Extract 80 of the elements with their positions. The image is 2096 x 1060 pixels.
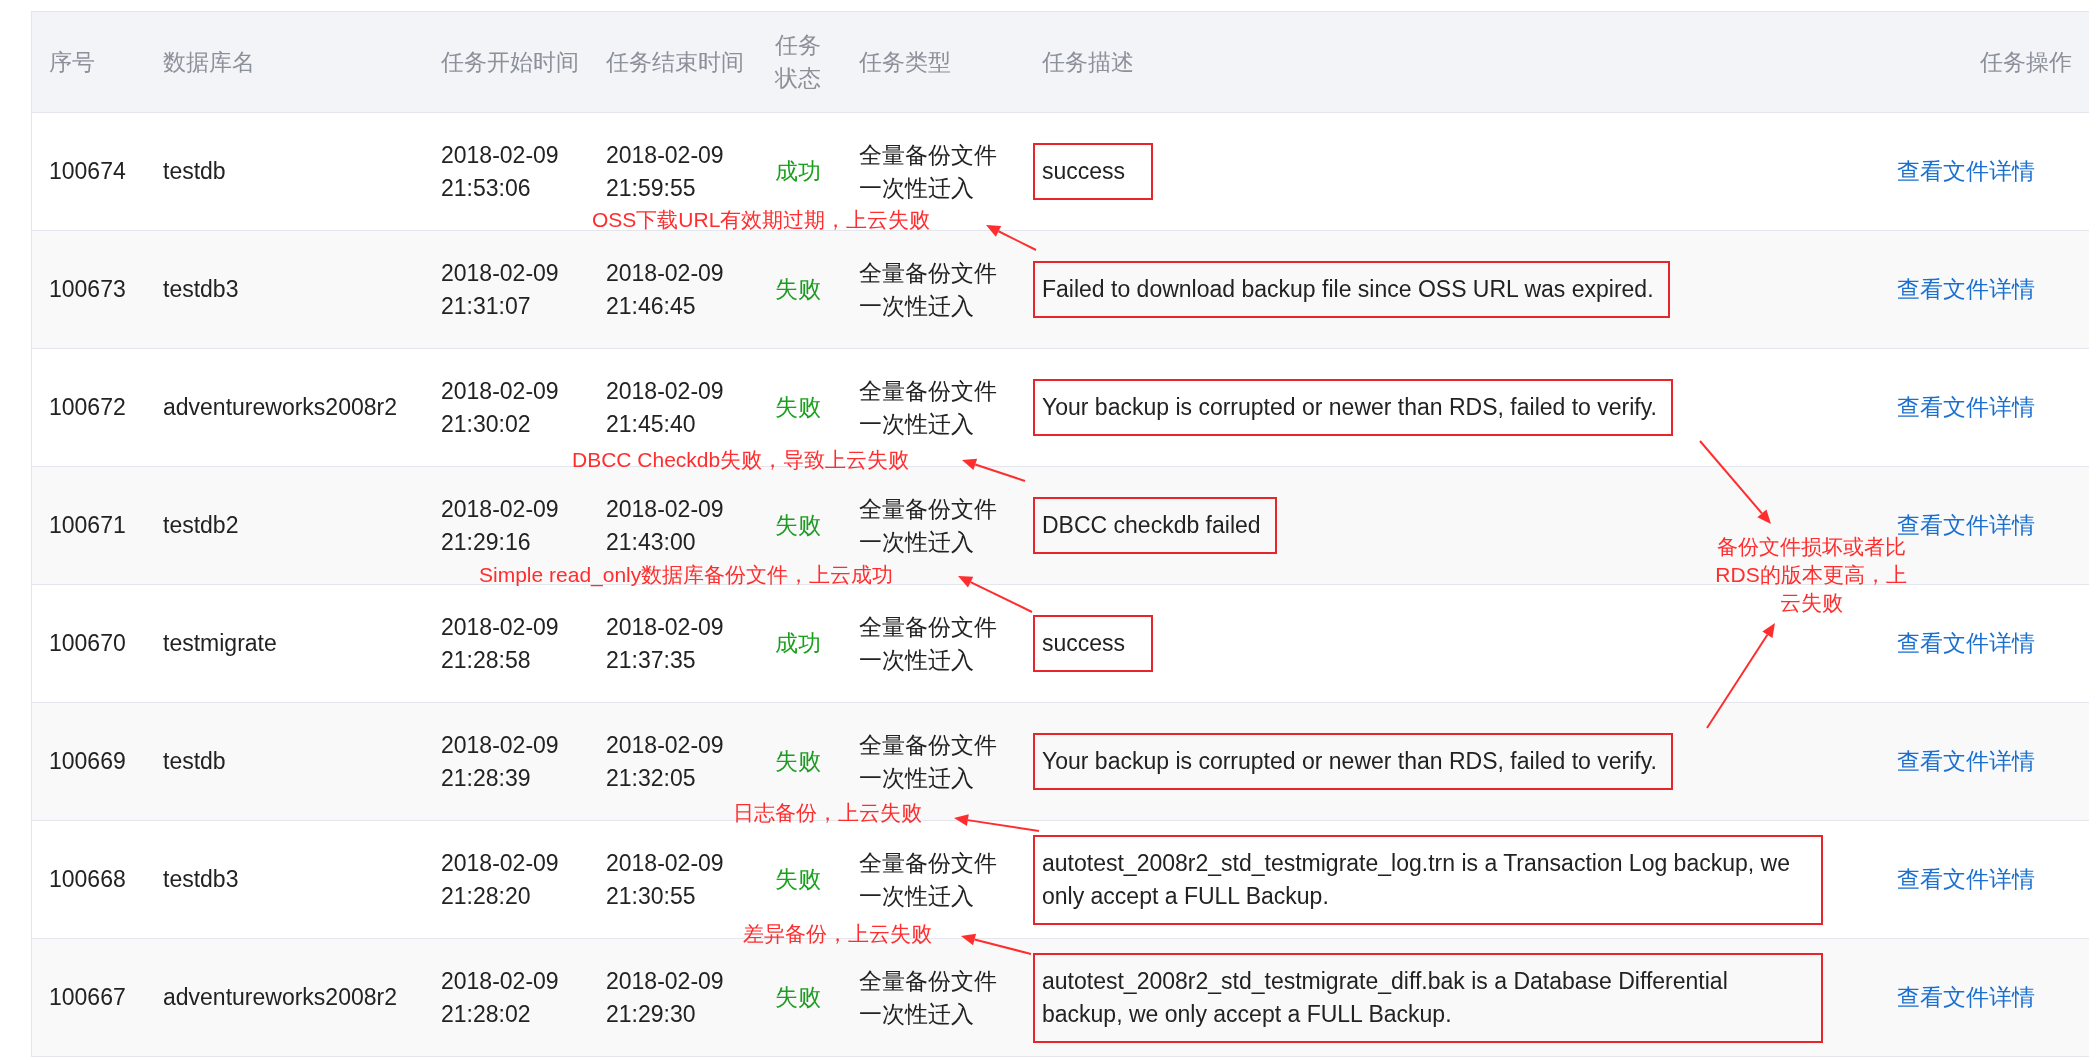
annotation-note: OSS下载URL有效期过期，上云失败 [592,207,931,233]
column-header: 任务状态 [775,31,822,93]
file-details-link[interactable]: 查看文件详情 [1897,627,2035,660]
start-time: 2018-02-09 21:28:39 [441,730,559,793]
task-description: success [1033,615,1153,672]
database-name: testdb3 [163,865,239,894]
task-id: 100674 [49,157,126,186]
end-time: 2018-02-09 21:37:35 [606,612,724,675]
database-name: adventureworks2008r2 [163,393,397,422]
database-name: testdb3 [163,275,239,304]
end-time: 2018-02-09 21:59:55 [606,140,724,203]
column-header: 任务操作 [1980,47,2072,77]
task-type: 全量备份文件 一次性迁入 [859,258,997,321]
annotation-note: 备份文件损坏或者比RDS的版本更高，上云失败 [1714,535,1907,616]
task-type: 全量备份文件 一次性迁入 [859,966,997,1029]
column-header: 任务结束时间 [606,47,744,77]
database-name: testdb [163,747,226,776]
task-description: autotest_2008r2_std_testmigrate_log.trn is a Transaction Log backup, we only accept a FULL Backup. [1033,834,1823,925]
task-type: 全量备份文件 一次性迁入 [859,140,997,203]
start-time: 2018-02-09 21:30:02 [441,376,559,439]
task-id: 100670 [49,629,126,658]
column-header: 序号 [49,47,95,77]
column-header: 数据库名 [163,47,255,77]
column-header: 任务类型 [859,47,951,77]
database-name: testdb [163,157,226,186]
start-time: 2018-02-09 21:53:06 [441,140,559,203]
start-time: 2018-02-09 21:29:16 [441,494,559,557]
end-time: 2018-02-09 21:32:05 [606,730,724,793]
file-details-link[interactable]: 查看文件详情 [1897,745,2035,778]
annotation-note: DBCC Checkdb失败，导致上云失败 [572,447,910,473]
end-time: 2018-02-09 21:46:45 [606,258,724,321]
start-time: 2018-02-09 21:28:58 [441,612,559,675]
task-description: DBCC checkdb failed [1033,497,1277,554]
database-name: testmigrate [163,629,277,658]
end-time: 2018-02-09 21:45:40 [606,376,724,439]
task-id: 100668 [49,865,126,894]
task-status: 成功 [775,157,821,186]
task-description: Your backup is corrupted or newer than RDS, failed to verify. [1033,379,1673,436]
task-description: success [1033,143,1153,200]
start-time: 2018-02-09 21:28:02 [441,966,559,1029]
start-time: 2018-02-09 21:28:20 [441,848,559,911]
annotation-arrow [961,933,1032,955]
file-details-link[interactable]: 查看文件详情 [1897,155,2035,188]
task-description: Your backup is corrupted or newer than RDS, failed to verify. [1033,733,1673,790]
task-id: 100672 [49,393,126,422]
task-status: 失败 [775,983,821,1012]
task-id: 100673 [49,275,126,304]
annotation-arrow [962,458,1026,482]
task-type: 全量备份文件 一次性迁入 [859,848,997,911]
task-type: 全量备份文件 一次性迁入 [859,494,997,557]
annotation-note: 日志备份，上云失败 [733,800,922,826]
task-type: 全量备份文件 一次性迁入 [859,376,997,439]
file-details-link[interactable]: 查看文件详情 [1897,273,2035,306]
file-details-link[interactable]: 查看文件详情 [1897,981,2035,1014]
task-type: 全量备份文件 一次性迁入 [859,730,997,793]
annotation-arrow [986,225,1037,251]
end-time: 2018-02-09 21:29:30 [606,966,724,1029]
task-id: 100667 [49,983,126,1012]
file-details-link[interactable]: 查看文件详情 [1897,391,2035,424]
annotation-note: 差异备份，上云失败 [743,921,932,947]
task-status: 失败 [775,393,821,422]
annotation-note: Simple read_only数据库备份文件，上云成功 [479,562,894,589]
task-description: Failed to download backup file since OSS URL was expired. [1033,261,1670,318]
task-id: 100671 [49,511,126,540]
column-header: 任务描述 [1042,47,1134,77]
task-type: 全量备份文件 一次性迁入 [859,612,997,675]
task-status: 失败 [775,511,821,540]
end-time: 2018-02-09 21:43:00 [606,494,724,557]
database-name: adventureworks2008r2 [163,983,397,1012]
database-name: testdb2 [163,511,239,540]
task-status: 失败 [775,275,821,304]
start-time: 2018-02-09 21:31:07 [441,258,559,321]
column-header: 任务开始时间 [441,47,579,77]
task-status: 成功 [775,629,821,658]
task-status: 失败 [775,865,821,894]
end-time: 2018-02-09 21:30:55 [606,848,724,911]
task-description: autotest_2008r2_std_testmigrate_diff.bak is a Database Differential backup, we only accept a FULL Backup. [1033,952,1823,1043]
file-details-link[interactable]: 查看文件详情 [1897,863,2035,896]
task-status: 失败 [775,747,821,776]
task-id: 100669 [49,747,126,776]
